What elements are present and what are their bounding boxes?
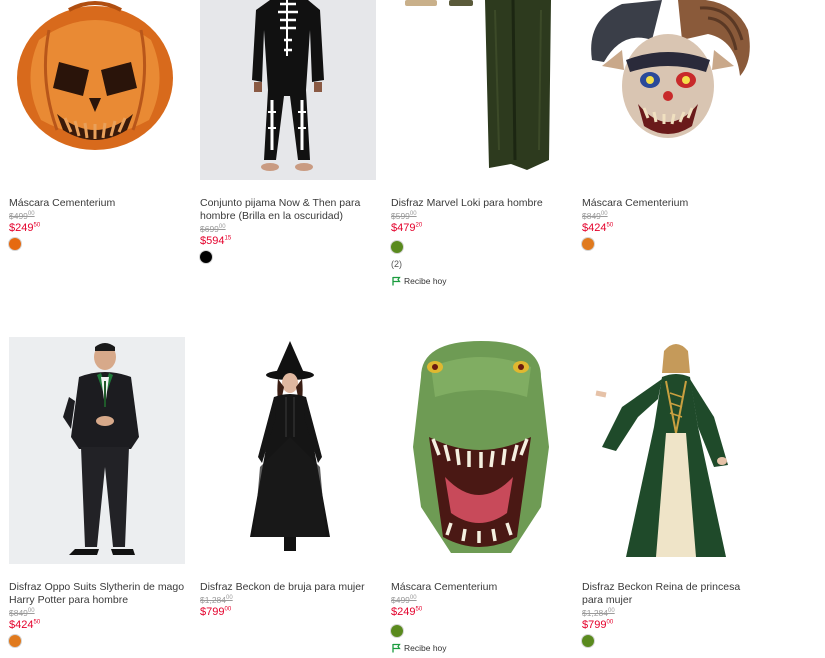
review-count[interactable]: (2)	[391, 259, 567, 269]
color-swatch[interactable]	[9, 635, 21, 647]
product-title[interactable]: Disfraz Marvel Loki para hombre	[391, 197, 567, 210]
sale-price: $59415	[200, 235, 232, 247]
product-title[interactable]: Máscara Cementerium	[391, 581, 567, 594]
color-swatch[interactable]	[391, 625, 403, 637]
color-swatch[interactable]	[582, 635, 594, 647]
product-title[interactable]: Conjunto pijama Now & Then para hombre (…	[200, 197, 376, 223]
original-price: $84900	[582, 211, 608, 221]
shipping-label: Recibe hoy	[404, 276, 447, 286]
shipping-badge: Recibe hoy	[391, 643, 567, 653]
original-price: $49900	[9, 211, 35, 221]
color-swatch[interactable]	[9, 238, 21, 250]
original-price: $1,28400	[200, 595, 233, 605]
product-title[interactable]: Máscara Cementerium	[582, 197, 758, 210]
sale-price: $47920	[391, 222, 423, 234]
product-image[interactable]	[582, 337, 758, 564]
color-swatch[interactable]	[582, 238, 594, 250]
flag-icon	[392, 643, 401, 653]
product-image[interactable]	[9, 0, 185, 180]
color-swatch[interactable]	[391, 241, 403, 253]
original-price: $69900	[200, 224, 226, 234]
sale-price: $24950	[391, 606, 423, 618]
shipping-label: Recibe hoy	[404, 643, 447, 653]
color-swatch[interactable]	[200, 251, 212, 263]
product-image[interactable]	[391, 337, 567, 564]
product-title[interactable]: Máscara Cementerium	[9, 197, 185, 210]
product-title[interactable]: Disfraz Oppo Suits Slytherin de mago Har…	[9, 581, 185, 607]
product-image[interactable]	[200, 337, 376, 564]
original-price: $1,28400	[582, 608, 615, 618]
product-title[interactable]: Disfraz Beckon Reina de princesa para mu…	[582, 581, 758, 607]
product-image[interactable]	[582, 0, 758, 180]
product-image[interactable]	[9, 337, 185, 564]
flag-icon	[392, 276, 401, 286]
original-price: $49900	[391, 595, 417, 605]
sale-price: $42450	[582, 222, 614, 234]
product-image[interactable]	[391, 0, 567, 180]
sale-price: $79900	[582, 619, 614, 631]
product-image[interactable]	[200, 0, 376, 180]
original-price: $84900	[9, 608, 35, 618]
sale-price: $24950	[9, 222, 41, 234]
product-title[interactable]: Disfraz Beckon de bruja para mujer	[200, 581, 376, 594]
sale-price: $42450	[9, 619, 41, 631]
shipping-badge: Recibe hoy	[391, 276, 567, 286]
sale-price: $79900	[200, 606, 232, 618]
original-price: $59900	[391, 211, 417, 221]
